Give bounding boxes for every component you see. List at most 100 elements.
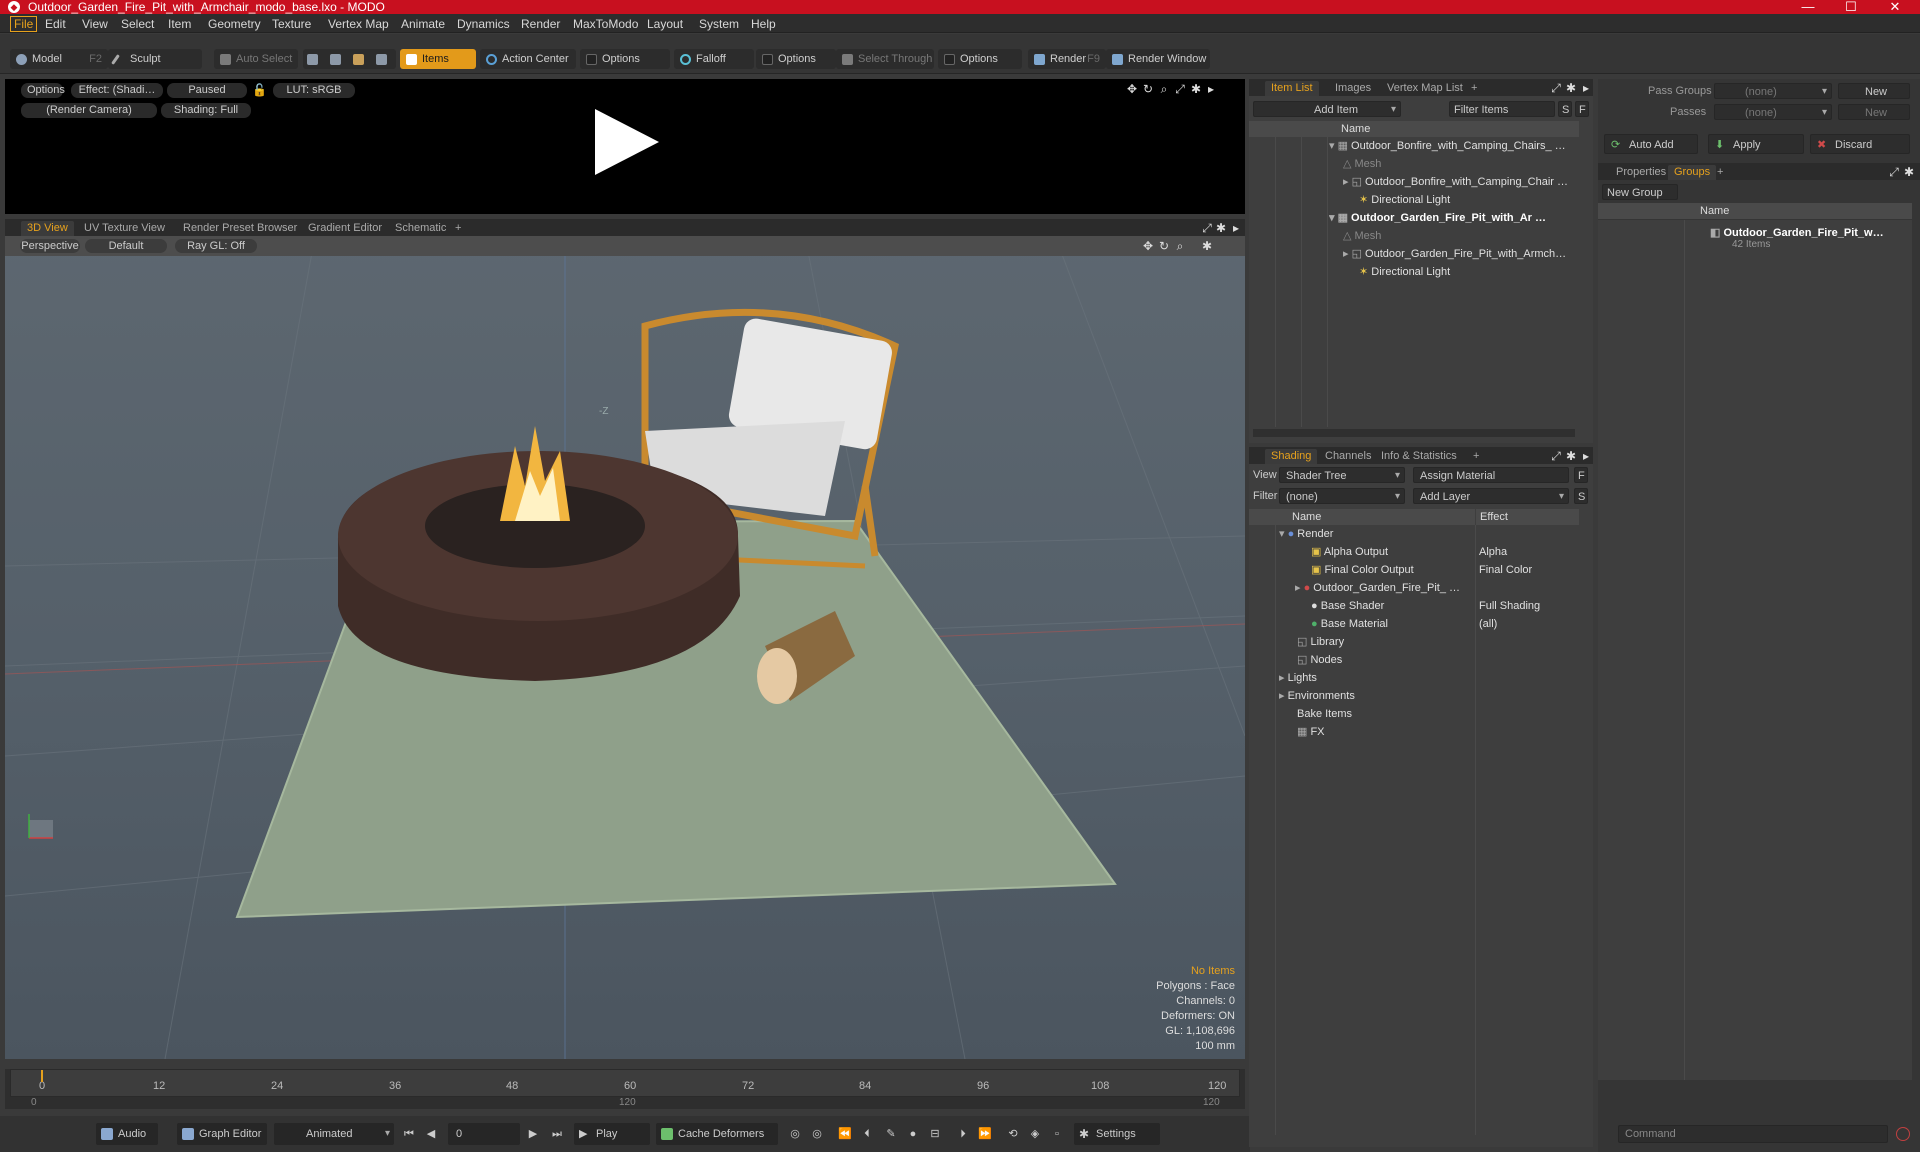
expand-icon[interactable]: ⤢ <box>1550 82 1562 94</box>
vertices-mode-icon[interactable] <box>307 54 318 65</box>
command-history-icon[interactable] <box>1896 1127 1910 1141</box>
next-frame-icon[interactable]: ⏵ <box>956 1126 970 1142</box>
shader-row-bake-items[interactable]: Bake Items <box>1297 705 1475 723</box>
discard-button[interactable]: ✖ Discard <box>1810 134 1910 154</box>
menu-file[interactable]: File <box>10 16 38 32</box>
action-center-options-button[interactable]: Options <box>580 49 670 69</box>
shader-row-environments[interactable]: ▸ Environments <box>1279 687 1475 705</box>
gear-icon[interactable]: ✱ <box>1565 82 1577 94</box>
tab-info-statistics[interactable]: Info & Statistics <box>1375 449 1463 464</box>
go-to-end-icon[interactable]: ⏭ <box>550 1126 564 1142</box>
tab-3d-view[interactable]: 3D View <box>21 221 74 236</box>
menu-texture[interactable]: Texture <box>269 16 314 32</box>
go-to-start-icon[interactable]: ⏮ <box>402 1126 416 1142</box>
preview-paused-button[interactable]: Paused <box>167 83 247 98</box>
render-camera-dropdown[interactable]: (Render Camera) <box>21 103 157 118</box>
loop-icon[interactable]: ⟲ <box>1006 1126 1020 1142</box>
horizontal-scrollbar[interactable] <box>1253 429 1575 437</box>
add-layer-s-button[interactable]: S <box>1574 488 1588 504</box>
default-style-dropdown[interactable]: Default <box>85 239 167 253</box>
move-icon[interactable]: ✥ <box>1142 240 1154 252</box>
add-tab-button[interactable]: + <box>449 221 467 236</box>
tab-shading[interactable]: Shading <box>1265 449 1318 464</box>
render-window-button[interactable]: Render Window <box>1106 49 1210 69</box>
tab-groups[interactable]: Groups <box>1668 165 1717 180</box>
record-icon[interactable]: ● <box>906 1126 920 1142</box>
play-preview-icon[interactable] <box>595 109 659 175</box>
graph-editor-button[interactable]: Graph Editor <box>177 1123 267 1145</box>
filter-f-button[interactable]: F <box>1575 101 1589 117</box>
tab-schematic[interactable]: Schematic <box>389 221 452 236</box>
gear-icon[interactable]: ✱ <box>1565 450 1577 462</box>
menu-arrow-icon[interactable]: ▸ <box>1230 222 1242 234</box>
move-icon[interactable]: ✥ <box>1126 83 1138 95</box>
falloff-button[interactable]: Falloff <box>674 49 754 69</box>
zoom-icon[interactable]: ⌕ <box>1158 83 1170 95</box>
key-edit-icon[interactable]: ✎ <box>884 1126 898 1142</box>
auto-select-button[interactable]: Auto Select <box>214 49 298 69</box>
materials-mode-icon[interactable] <box>376 54 387 65</box>
keyframe-icon[interactable]: ◈ <box>1028 1126 1042 1142</box>
menu-arrow-icon[interactable]: ▸ <box>1580 82 1592 94</box>
shader-row-material-group[interactable]: ▸ ● Outdoor_Garden_Fire_Pit_ … <box>1295 579 1475 597</box>
tree-row-mesh[interactable]: △ Mesh <box>1343 155 1579 173</box>
menu-geometry[interactable]: Geometry <box>205 16 264 32</box>
menu-edit[interactable]: Edit <box>42 16 69 32</box>
tree-row-fire-pit-scene[interactable]: ▾ ▦ Outdoor_Garden_Fire_Pit_with_Ar … <box>1329 209 1579 227</box>
menu-arrow-icon[interactable]: ▸ <box>1580 450 1592 462</box>
tab-item-list[interactable]: Item List <box>1265 81 1319 96</box>
shader-row-library[interactable]: ◱ Library <box>1297 633 1475 651</box>
tree-row-directional-light[interactable]: ✶ Directional Light <box>1359 263 1579 281</box>
maximize-icon[interactable]: ⤢ <box>1174 83 1186 95</box>
edges-mode-icon[interactable] <box>330 54 341 65</box>
key-all-icon[interactable]: ◎ <box>810 1126 824 1142</box>
zoom-icon[interactable]: ⌕ <box>1174 240 1186 252</box>
animated-dropdown[interactable]: Animated <box>274 1123 394 1145</box>
apply-button[interactable]: ⬇ Apply <box>1708 134 1804 154</box>
sculpt-mode-button[interactable]: Sculpt <box>108 49 202 69</box>
expand-icon[interactable]: ⤢ <box>1888 166 1900 178</box>
raygl-dropdown[interactable]: Ray GL: Off <box>175 239 257 253</box>
shader-row-base-shader[interactable]: ● Base Shader <box>1311 597 1475 615</box>
command-input[interactable]: Command <box>1618 1125 1888 1143</box>
tree-row-bonfire-scene[interactable]: ▾ ▦ Outdoor_Bonfire_with_Camping_Chairs_… <box>1329 137 1579 155</box>
tab-properties[interactable]: Properties <box>1610 165 1672 180</box>
effect-dropdown[interactable]: Full Shading <box>1479 597 1577 615</box>
passes-dropdown[interactable]: (none) <box>1714 104 1832 121</box>
tree-row-bonfire-group[interactable]: ▸ ◱ Outdoor_Bonfire_with_Camping_Chair … <box>1343 173 1579 191</box>
filter-dropdown[interactable]: (none) <box>1279 488 1405 505</box>
menu-dynamics[interactable]: Dynamics <box>454 16 513 32</box>
new-pass-button[interactable]: New <box>1838 104 1910 120</box>
rotate-icon[interactable]: ↻ <box>1142 83 1154 95</box>
rotate-icon[interactable]: ↻ <box>1158 240 1170 252</box>
item-list-header-name[interactable]: Name <box>1249 121 1579 137</box>
menu-animate[interactable]: Animate <box>398 16 448 32</box>
new-group-button[interactable]: New Group <box>1602 184 1678 200</box>
select-through-button[interactable]: Select Through <box>836 49 934 69</box>
groups-header-name[interactable]: Name <box>1598 203 1912 219</box>
add-tab-button[interactable]: + <box>1465 81 1483 96</box>
menu-vertex-map[interactable]: Vertex Map <box>325 16 392 32</box>
items-mode-button[interactable]: Items <box>400 49 476 69</box>
expand-icon[interactable]: ⤢ <box>1201 222 1213 234</box>
gear-icon[interactable]: ✱ <box>1201 240 1213 252</box>
next-key-icon[interactable]: ▶ <box>526 1126 540 1142</box>
action-center-button[interactable]: Action Center <box>480 49 576 69</box>
view-dropdown[interactable]: Shader Tree <box>1279 467 1405 484</box>
shader-header-name[interactable]: Name <box>1249 509 1475 525</box>
menu-system[interactable]: System <box>696 16 742 32</box>
minimize-button[interactable]: — <box>1793 0 1823 14</box>
preview-effect-dropdown[interactable]: Effect: (Shadi… <box>71 83 163 98</box>
tree-row-directional-light[interactable]: ✶ Directional Light <box>1359 191 1579 209</box>
tab-uv-texture-view[interactable]: UV Texture View <box>78 221 171 236</box>
settings-button[interactable]: ✱ Settings <box>1074 1123 1160 1145</box>
filter-s-button[interactable]: S <box>1558 101 1572 117</box>
shader-row-base-material[interactable]: ● Base Material <box>1311 615 1475 633</box>
previous-key-icon[interactable]: ◀ <box>424 1126 438 1142</box>
assign-material-input[interactable]: Assign Material <box>1413 467 1569 483</box>
shader-row-nodes[interactable]: ◱ Nodes <box>1297 651 1475 669</box>
polygons-mode-icon[interactable] <box>353 54 364 65</box>
shading-dropdown[interactable]: Shading: Full <box>161 103 251 118</box>
add-layer-dropdown[interactable]: Add Layer <box>1413 488 1569 505</box>
new-pass-group-button[interactable]: New <box>1838 83 1910 99</box>
